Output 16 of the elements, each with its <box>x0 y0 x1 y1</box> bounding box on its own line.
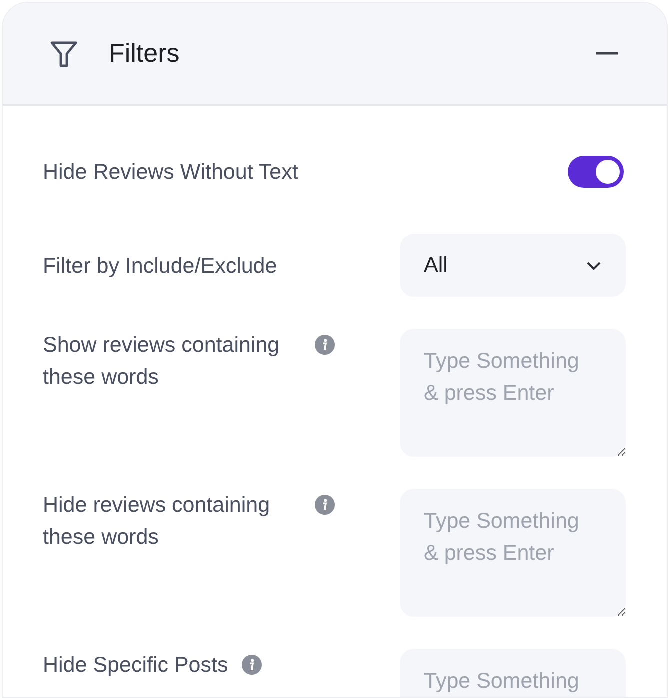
panel-title: Filters <box>109 37 180 70</box>
toggle-switch[interactable] <box>568 156 624 188</box>
info-icon[interactable] <box>242 655 262 675</box>
field-label: Hide Specific Posts <box>43 652 228 679</box>
minus-icon <box>596 52 618 55</box>
field-label: Filter by Include/Exclude <box>43 252 278 280</box>
input-field[interactable]: Type Something & press Enter <box>400 329 626 457</box>
field-label: Hide reviews containing these words <box>43 492 272 551</box>
input-field[interactable]: Type Something & press Enter <box>400 489 626 617</box>
info-icon[interactable] <box>315 495 335 515</box>
info-icon[interactable] <box>315 335 335 355</box>
chevron-icon <box>586 260 602 270</box>
field-label: Hide Reviews Without Text <box>43 159 298 186</box>
dropdown-select[interactable]: All <box>400 234 626 297</box>
field-label: Show reviews containing these words <box>43 332 281 391</box>
input-field[interactable]: Type Something <box>400 649 626 697</box>
